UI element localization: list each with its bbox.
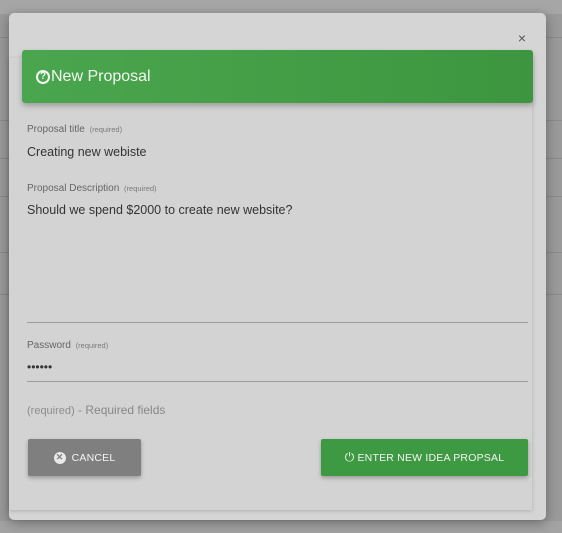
page-title: New Proposal (51, 67, 151, 85)
password-label-text: Password (27, 340, 71, 351)
description-label-text: Proposal Description (27, 183, 120, 194)
description-underline (27, 322, 528, 323)
x-circle-icon: ✕ (53, 451, 66, 464)
backdrop-bottom-strip (0, 521, 562, 533)
title-input[interactable]: Creating new webiste (27, 145, 147, 159)
description-textarea[interactable]: Should we spend $2000 to create new webs… (27, 203, 292, 217)
power-icon: ⏻ (344, 450, 355, 464)
required-note-text: - Required fields (74, 403, 166, 417)
required-fields-note: (required) - Required fields (27, 403, 165, 417)
question-circle-icon: ? (36, 69, 50, 84)
required-hint: (required) (75, 341, 109, 350)
new-proposal-modal: × ? New Proposal Proposal title (require… (9, 13, 546, 520)
enter-proposal-button-label: ENTER NEW IDEA PROPSAL (357, 451, 505, 464)
backdrop-top-strip (0, 0, 562, 14)
title-label-text: Proposal title (27, 124, 85, 135)
enter-proposal-button[interactable]: ⏻ ENTER NEW IDEA PROPSAL (321, 439, 528, 476)
required-hint: (required) (89, 125, 123, 134)
required-hint: (required) (124, 184, 157, 193)
card-header: ? New Proposal (22, 50, 533, 103)
close-icon[interactable]: × (518, 31, 526, 45)
required-note-paren: (required) (27, 405, 75, 417)
description-label: Proposal Description (required) (27, 183, 157, 194)
cancel-button[interactable]: ✕ CANCEL (28, 439, 141, 476)
password-field[interactable]: •••••• (27, 360, 52, 374)
title-label: Proposal title (required) (27, 124, 122, 135)
cancel-button-label: CANCEL (71, 451, 116, 464)
password-label: Password (required) (27, 340, 108, 351)
password-underline (27, 381, 528, 382)
